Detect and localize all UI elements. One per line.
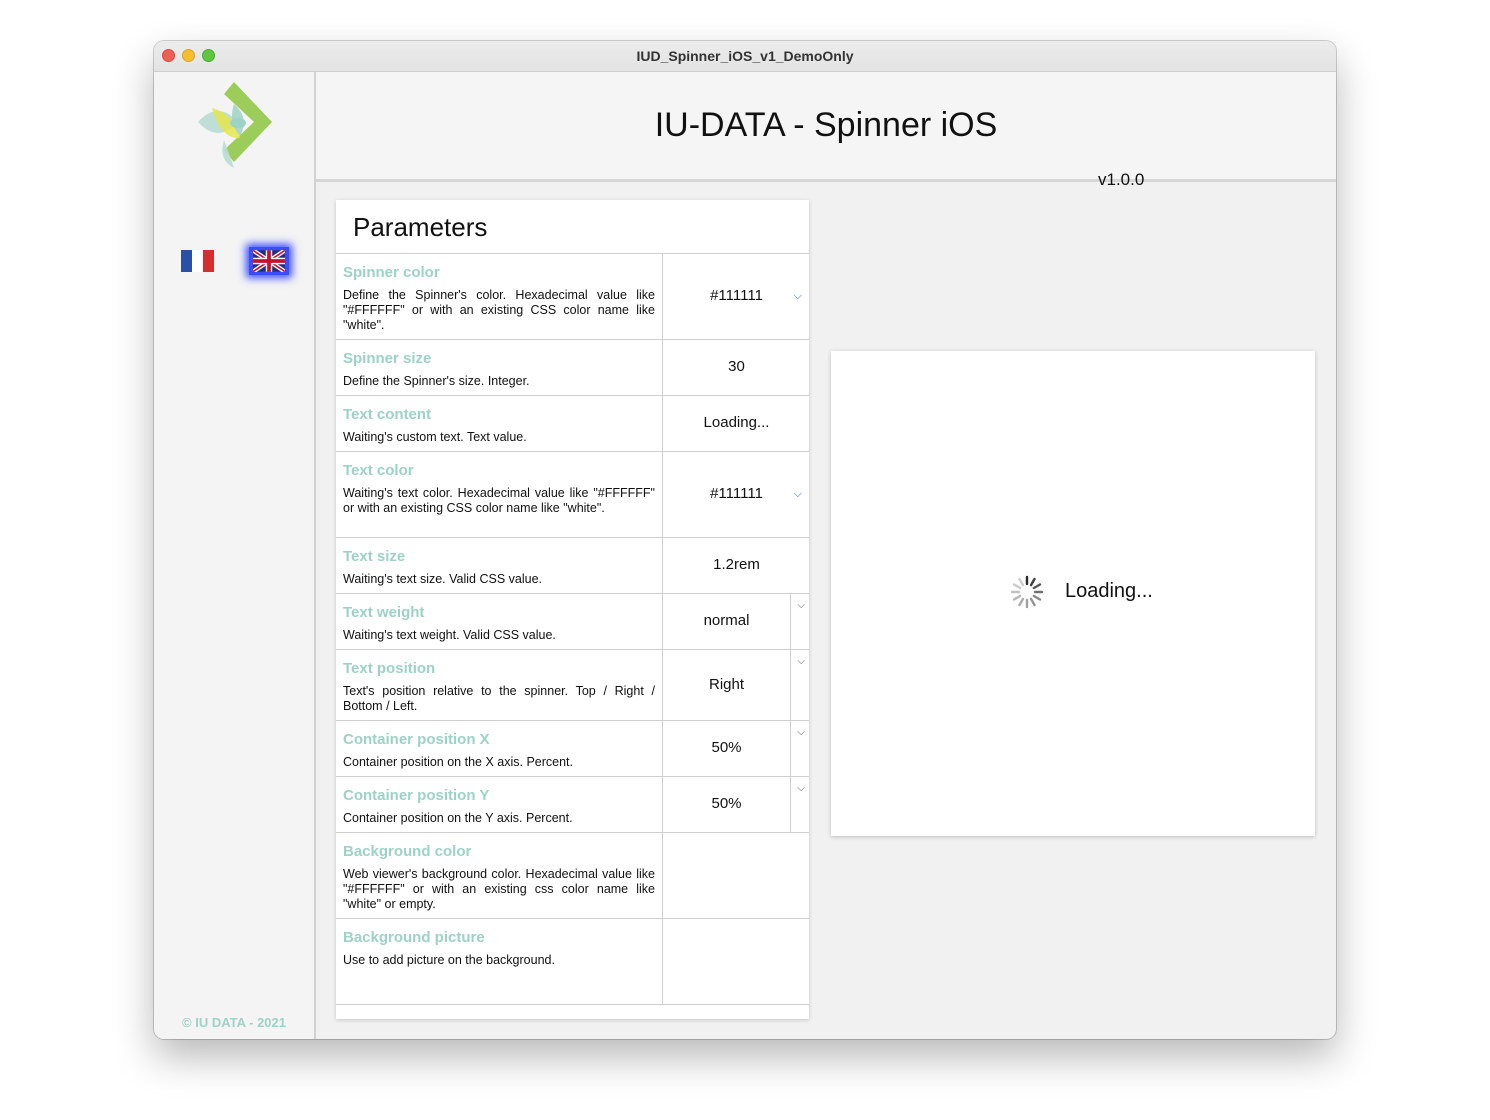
spinner-color-field[interactable]: #111111 ⌵ [662,254,810,339]
app-title: IU-DATA - Spinner iOS [654,106,998,144]
param-description: Use to add picture on the background. [343,953,555,967]
select-arrow-box[interactable]: ⌵ [790,721,810,776]
chevron-down-icon: ⌵ [797,727,805,738]
chevron-down-icon[interactable]: ⌵ [794,290,802,303]
title-bar: IUD_Spinner_iOS_v1_DemoOnly [154,41,1336,72]
param-label: Text weight [343,604,425,621]
param-label: Container position Y [343,787,490,804]
param-description: Define the Spinner's size. Integer. [343,374,530,388]
param-row-text-size: Text size Waiting's text size. Valid CSS… [336,538,809,594]
text-size-field[interactable]: 1.2rem [662,538,810,593]
chevron-down-icon: ⌵ [797,783,805,794]
param-row-background-color: Background color Web viewer's background… [336,833,809,919]
param-description: Waiting's text weight. Valid CSS value. [343,628,556,642]
param-description: Container position on the Y axis. Percen… [343,811,573,825]
param-value: 50% [711,795,742,812]
param-row-text-content: Text content Waiting's custom text. Text… [336,396,809,452]
spinner-size-field[interactable]: 30 [662,340,810,395]
text-content-field[interactable]: Loading... [662,396,810,451]
param-description: Define the Spinner's color. Hexadecimal … [343,288,655,332]
param-label: Text size [343,548,406,565]
param-value: 50% [711,739,742,756]
param-label: Background color [343,843,472,860]
french-flag-button[interactable] [181,250,214,272]
param-label: Text color [343,462,414,479]
text-position-select[interactable]: Right ⌵ [662,650,810,720]
param-row-background-picture: Background picture Use to add picture on… [336,919,809,1005]
param-description: Waiting's custom text. Text value. [343,430,527,444]
param-row-container-position-y: Container position Y Container position … [336,777,809,833]
param-label: Text position [343,660,436,677]
iu-data-logo [198,82,272,168]
param-value: 30 [728,358,745,375]
app-version: v1.0.0 [1098,170,1145,189]
param-value: 1.2rem [713,556,760,573]
loading-text: Loading... [1065,580,1153,602]
param-label: Text content [343,406,432,423]
text-color-field[interactable]: #111111 ⌵ [662,452,810,537]
param-value: Loading... [703,414,770,431]
spinner-preview: Loading... [831,351,1315,836]
param-label: Spinner size [343,350,432,367]
select-arrow-box[interactable]: ⌵ [790,777,810,832]
param-value: Right [708,676,745,693]
container-position-y-select[interactable]: 50% ⌵ [662,777,810,832]
uk-flag-icon [253,250,285,272]
chevron-down-icon: ⌵ [797,656,805,667]
param-row-text-position: Text position Text's position relative t… [336,650,809,721]
param-description: Text's position relative to the spinner.… [343,684,655,713]
param-label: Container position X [343,731,490,748]
app-header: IU-DATA - Spinner iOS v1.0.0 [316,72,1336,189]
window-title: IUD_Spinner_iOS_v1_DemoOnly [636,48,854,64]
parameters-title: Parameters [353,212,488,242]
chevron-down-icon: ⌵ [797,600,805,611]
param-description: Waiting's text color. Hexadecimal value … [343,486,655,515]
container-position-x-select[interactable]: 50% ⌵ [662,721,810,776]
sidebar: © IU DATA - 2021 [154,72,316,1039]
param-value: normal [703,612,750,629]
spinner-icon [1010,575,1044,609]
english-flag-button[interactable] [249,247,289,275]
parameters-panel: Parameters Spinner color Define the Spin… [336,200,809,1019]
app-window: IUD_Spinner_iOS_v1_DemoOnly © IU DATA - … [154,41,1336,1039]
param-row-spinner-color: Spinner color Define the Spinner's color… [336,254,809,340]
param-row-text-color: Text color Waiting's text color. Hexadec… [336,452,809,538]
param-description: Web viewer's background color. Hexadecim… [343,867,655,911]
chevron-down-icon[interactable]: ⌵ [794,488,802,501]
param-description: Waiting's text size. Valid CSS value. [343,572,542,586]
param-description: Container position on the X axis. Percen… [343,755,573,769]
select-arrow-box[interactable]: ⌵ [790,594,810,649]
param-value: #111111 [710,287,763,304]
param-label: Background picture [343,929,485,946]
background-color-field[interactable] [662,833,810,918]
select-arrow-box[interactable]: ⌵ [790,650,810,720]
param-value: #111111 [710,485,763,502]
copyright-text: © IU DATA - 2021 [182,1015,286,1030]
param-row-container-position-x: Container position X Container position … [336,721,809,777]
param-row-text-weight: Text weight Waiting's text weight. Valid… [336,594,809,650]
text-weight-select[interactable]: normal ⌵ [662,594,810,649]
background-picture-field[interactable] [662,919,810,1004]
param-row-spinner-size: Spinner size Define the Spinner's size. … [336,340,809,396]
param-label: Spinner color [343,264,440,281]
